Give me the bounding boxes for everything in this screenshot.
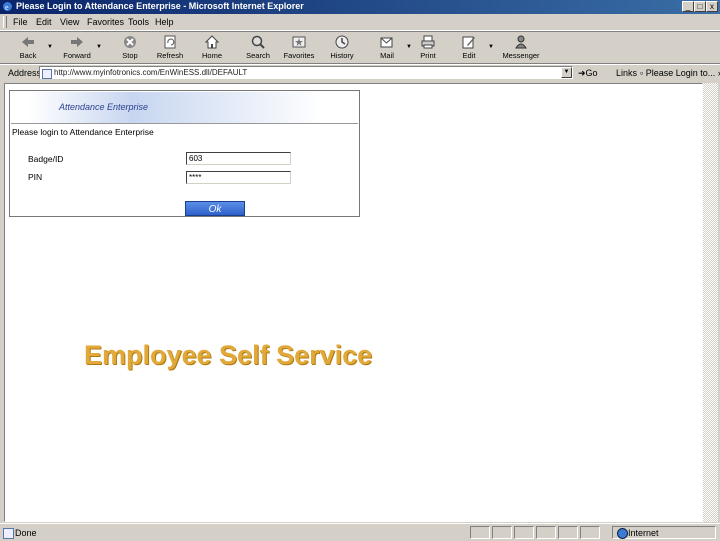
- zone-label: Internet: [628, 528, 659, 538]
- home-icon: [204, 35, 220, 49]
- menu-help[interactable]: Help: [155, 17, 174, 27]
- favorites-icon: [292, 36, 306, 48]
- refresh-label: Refresh: [156, 51, 184, 60]
- messenger-button[interactable]: Messenger: [502, 34, 540, 62]
- home-label: Home: [201, 51, 222, 60]
- messenger-label: Messenger: [502, 51, 540, 60]
- page-content: Attendance Enterprise Please login to At…: [4, 83, 703, 522]
- history-label: History: [330, 51, 354, 60]
- status-panel-1: [470, 526, 490, 539]
- history-button[interactable]: History: [323, 34, 361, 62]
- toolbar-grip[interactable]: [3, 16, 7, 28]
- address-bar: Address http://www.myinfotronics.com/EnW…: [0, 63, 720, 82]
- internet-zone-icon: [617, 528, 628, 539]
- print-button[interactable]: Print: [409, 34, 447, 62]
- links-label[interactable]: Links: [616, 68, 637, 78]
- maximize-button[interactable]: □: [694, 1, 706, 12]
- stop-label: Stop: [122, 51, 138, 60]
- menu-tools[interactable]: Tools: [128, 17, 149, 27]
- address-dropdown-button[interactable]: ▼: [561, 67, 572, 78]
- search-label: Search: [246, 51, 270, 60]
- refresh-icon: [164, 35, 176, 49]
- back-label: Back: [19, 51, 37, 60]
- internet-explorer-icon: e: [3, 2, 12, 12]
- page-icon: [42, 69, 52, 79]
- menu-favorites[interactable]: Favorites: [87, 17, 124, 27]
- messenger-icon: [515, 35, 527, 49]
- print-label: Print: [420, 51, 436, 60]
- favorites-label: Favorites: [283, 51, 315, 60]
- menu-view[interactable]: View: [60, 17, 79, 27]
- history-icon: [335, 35, 349, 49]
- forward-label: Forward: [63, 51, 91, 60]
- vertical-scrollbar[interactable]: [703, 83, 718, 522]
- go-button[interactable]: ➜Go: [578, 68, 598, 79]
- badge-label: Badge/ID: [28, 154, 64, 164]
- status-bar: Done Internet: [0, 523, 720, 541]
- stop-icon: [124, 36, 136, 48]
- badge-input[interactable]: [186, 152, 291, 165]
- link-item-label: Please Login to...: [645, 68, 716, 78]
- ok-button[interactable]: Ok: [185, 201, 245, 216]
- address-label: Address: [8, 68, 42, 78]
- address-input[interactable]: http://www.myinfotronics.com/EnWinESS.dl…: [39, 66, 573, 79]
- pin-input[interactable]: [186, 171, 291, 184]
- edit-icon: [462, 36, 475, 49]
- banner: Attendance Enterprise: [11, 92, 358, 124]
- print-icon: [421, 35, 435, 49]
- go-label: Go: [585, 68, 598, 78]
- mail-label: Mail: [380, 51, 394, 60]
- menu-bar: File Edit View Favorites Tools Help: [0, 14, 720, 31]
- stop-button[interactable]: Stop: [111, 34, 149, 62]
- login-heading: Please login to Attendance Enterprise: [12, 127, 154, 137]
- edit-dropdown-icon[interactable]: ▼: [488, 44, 494, 50]
- title-bar: e Please Login to Attendance Enterprise …: [0, 0, 720, 14]
- back-arrow-icon: [22, 37, 34, 47]
- toolbar: Back ▼ Forward ▼ Stop Refresh Home Searc…: [0, 31, 720, 65]
- close-button[interactable]: x: [706, 1, 718, 12]
- minimize-button[interactable]: _: [682, 1, 694, 12]
- status-text: Done: [15, 528, 37, 538]
- login-panel: Attendance Enterprise Please login to At…: [9, 90, 360, 217]
- mail-button[interactable]: Mail ▼: [368, 34, 412, 62]
- menu-file[interactable]: File: [13, 17, 28, 27]
- status-panel-5: [558, 526, 578, 539]
- status-panel-3: [514, 526, 534, 539]
- edit-label: Edit: [462, 51, 476, 60]
- refresh-button[interactable]: Refresh: [151, 34, 189, 62]
- done-page-icon: [3, 528, 14, 539]
- search-icon: [251, 35, 265, 49]
- favorites-button[interactable]: Favorites: [280, 34, 318, 62]
- mail-icon: [380, 37, 393, 48]
- status-panel-4: [536, 526, 556, 539]
- forward-dropdown-icon[interactable]: ▼: [96, 44, 102, 50]
- svg-text:e: e: [5, 3, 9, 12]
- address-url[interactable]: http://www.myinfotronics.com/EnWinESS.dl…: [54, 68, 247, 77]
- search-button[interactable]: Search: [239, 34, 277, 62]
- home-button[interactable]: Home: [193, 34, 231, 62]
- forward-button[interactable]: Forward ▼: [58, 34, 102, 62]
- window-title: Please Login to Attendance Enterprise - …: [16, 1, 304, 11]
- forward-arrow-icon: [71, 37, 83, 47]
- back-button[interactable]: Back ▼: [9, 34, 53, 62]
- edit-button[interactable]: Edit ▼: [450, 34, 494, 62]
- back-dropdown-icon[interactable]: ▼: [47, 44, 53, 50]
- status-panel-6: [580, 526, 600, 539]
- links-item[interactable]: ▫ Please Login to... »: [640, 68, 720, 78]
- status-panel-2: [492, 526, 512, 539]
- page-caption: Employee Self Service: [84, 340, 373, 370]
- banner-title: Attendance Enterprise: [59, 102, 149, 112]
- link-page-icon: ▫: [640, 68, 644, 78]
- pin-label: PIN: [28, 172, 43, 182]
- menu-edit[interactable]: Edit: [36, 17, 52, 27]
